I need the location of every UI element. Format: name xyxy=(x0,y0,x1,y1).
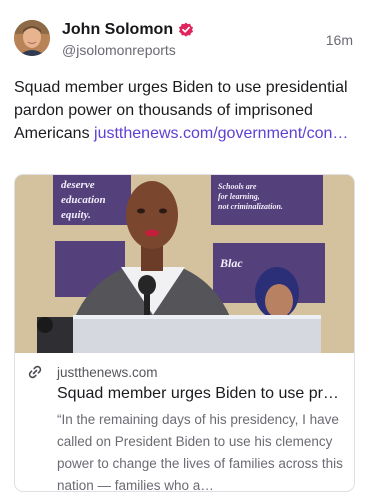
link-preview-title[interactable]: Squad member urges Biden to use pr… xyxy=(57,383,341,405)
link-preview-meta[interactable]: justthenews.com Squad member urges Biden… xyxy=(15,353,354,492)
link-icon xyxy=(26,363,44,381)
post[interactable]: John Solomon @jsolomonreports 16m Squad … xyxy=(0,0,369,500)
avatar[interactable] xyxy=(14,20,50,56)
svg-text:education: education xyxy=(61,194,106,206)
post-timestamp[interactable]: 16m xyxy=(326,32,353,48)
author-display-name[interactable]: John Solomon xyxy=(62,21,173,39)
post-text: Squad member urges Biden to use presiden… xyxy=(14,76,354,145)
link-preview-domain: justthenews.com xyxy=(57,364,158,380)
svg-text:Blac: Blac xyxy=(219,256,243,270)
press-conference-photo: deserve education equity. Schools are fo… xyxy=(15,175,354,353)
svg-text:Schools are: Schools are xyxy=(218,182,257,191)
svg-text:deserve: deserve xyxy=(61,179,95,191)
author-handle[interactable]: @jsolomonreports xyxy=(62,42,176,58)
svg-text:for learning,: for learning, xyxy=(218,192,260,201)
svg-text:equity.: equity. xyxy=(61,209,91,221)
post-header: John Solomon @jsolomonreports 16m xyxy=(14,20,355,62)
link-preview-description: “In the remaining days of his presidency… xyxy=(57,412,343,492)
link-preview-card[interactable]: deserve education equity. Schools are fo… xyxy=(14,174,355,492)
svg-text:not criminalization.: not criminalization. xyxy=(218,202,283,211)
verified-badge-icon xyxy=(178,22,194,38)
avatar-image xyxy=(14,20,50,56)
link-preview-image[interactable]: deserve education equity. Schools are fo… xyxy=(15,175,354,353)
post-link[interactable]: justthenews.com/​government/con… xyxy=(94,125,348,142)
